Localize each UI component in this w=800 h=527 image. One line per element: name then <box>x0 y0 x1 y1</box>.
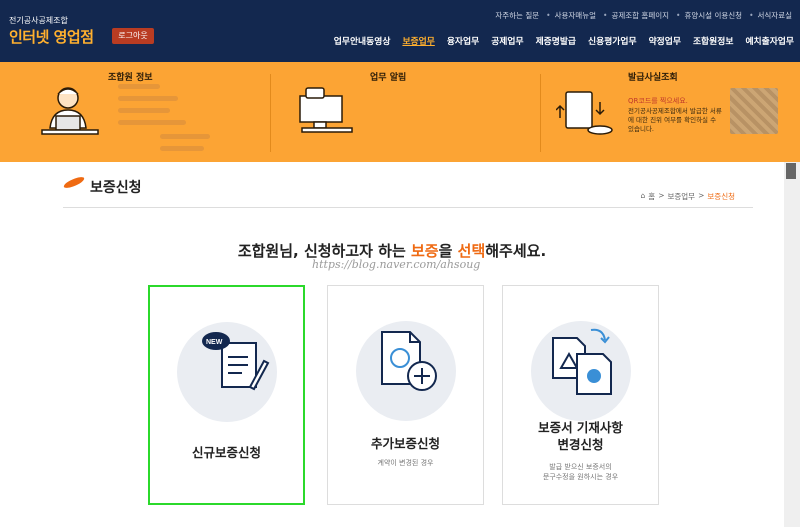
change-document-icon <box>552 328 612 395</box>
scrollbar-track[interactable] <box>784 162 800 527</box>
breadcrumb-separator: > <box>658 191 665 200</box>
blurred-info <box>160 134 210 139</box>
breadcrumb-current: 보증신청 <box>707 192 735 201</box>
breadcrumb-separator: > <box>698 191 705 200</box>
qr-code-image <box>730 88 778 134</box>
blurred-info <box>118 96 178 101</box>
qr-description: 전기공사공제조합에서 발급한 서류에 대한 진위 여부를 확인하실 수 있습니다… <box>628 107 722 133</box>
breadcrumb-home[interactable]: 홈 <box>648 191 655 202</box>
qr-heading: QR코드를 찍으세요. <box>628 97 688 105</box>
menu-item-member-info[interactable]: 조합원정보 <box>693 34 733 47</box>
computer-notice-icon <box>299 87 353 133</box>
member-info-title: 조합원 정보 <box>108 73 153 83</box>
logout-button[interactable]: 로그아웃 <box>112 28 154 44</box>
new-guarantee-card[interactable]: NEW 신규보증신청 <box>148 285 305 505</box>
card-title: 변경신청 <box>557 437 604 452</box>
menu-item-video[interactable]: 업무안내동영상 <box>334 34 391 47</box>
home-icon[interactable]: ⌂ <box>641 191 646 202</box>
menu-item-mutual-aid[interactable]: 공제업무 <box>491 34 523 47</box>
card-subtitle: 발급 받으신 보증서의 <box>549 463 612 471</box>
util-link-homepage[interactable]: 공제조합 홈페이지 <box>603 10 669 21</box>
blurred-info <box>160 146 204 151</box>
brand-org-name: 전기공사공제조합 <box>9 16 68 25</box>
svg-text:NEW: NEW <box>206 339 223 346</box>
new-document-icon: NEW <box>202 332 270 391</box>
menu-item-certificates[interactable]: 제증명발급 <box>536 34 576 47</box>
document-check-icon <box>556 91 613 135</box>
util-link-manual[interactable]: 사용자매뉴얼 <box>546 10 596 21</box>
scrollbar-thumb[interactable] <box>786 163 796 179</box>
utility-links: 자주하는 질문 사용자매뉴얼 공제조합 홈페이지 휴양시설 이용신청 서식자료실 <box>495 10 792 21</box>
blog-watermark: https://blog.naver.com/ahsoug <box>312 258 481 271</box>
menu-item-credit-rating[interactable]: 신용평가업무 <box>588 34 637 47</box>
breadcrumb-guarantee[interactable]: 보증업무 <box>667 191 695 202</box>
util-link-forms[interactable]: 서식자료실 <box>749 10 793 21</box>
main-menu: 업무안내동영상 보증업무 융자업무 공제업무 제증명발급 신용평가업무 약정업무… <box>334 34 794 47</box>
brand-title[interactable]: 인터넷 영업점 <box>9 26 94 47</box>
util-link-faq[interactable]: 자주하는 질문 <box>495 10 539 21</box>
issue-check-title: 발급사실조회 <box>628 73 678 83</box>
additional-guarantee-card[interactable]: 추가보증신청 계약이 변경된 경우 <box>327 285 484 505</box>
menu-item-agreement[interactable]: 약정업무 <box>649 34 681 47</box>
change-guarantee-card[interactable]: 보증서 기재사항 변경신청 발급 받으신 보증서의 문구수정을 원하시는 경우 <box>502 285 659 505</box>
blurred-info <box>118 84 160 89</box>
notice-title: 업무 알림 <box>370 73 407 83</box>
banner-divider <box>540 74 541 152</box>
util-link-resort[interactable]: 휴양시설 이용신청 <box>676 10 742 21</box>
card-title: 신규보증신청 <box>191 445 261 460</box>
page-title: 보증신청 <box>90 180 142 196</box>
menu-item-guarantee[interactable]: 보증업무 <box>402 34 434 47</box>
card-subtitle: 문구수정을 원하시는 경우 <box>542 473 619 481</box>
headline-text: 해주세요. <box>485 242 547 260</box>
card-subtitle: 계약이 변경된 경우 <box>377 459 434 467</box>
member-person-icon <box>41 87 99 135</box>
top-navigation-bar: 전기공사공제조합 인터넷 영업점 로그아웃 자주하는 질문 사용자매뉴얼 공제조… <box>0 0 800 62</box>
breadcrumb: ⌂ 홈 > 보증업무 > 보증신청 <box>641 191 735 202</box>
menu-item-deposit[interactable]: 예치출자업무 <box>745 34 794 47</box>
banner-divider <box>270 74 271 152</box>
add-document-icon <box>381 331 437 391</box>
card-title: 보증서 기재사항 <box>538 420 623 435</box>
blurred-info <box>118 120 186 125</box>
card-title: 추가보증신청 <box>370 436 440 451</box>
blurred-info <box>118 108 170 113</box>
title-divider <box>63 207 753 208</box>
menu-item-loan[interactable]: 융자업무 <box>447 34 479 47</box>
